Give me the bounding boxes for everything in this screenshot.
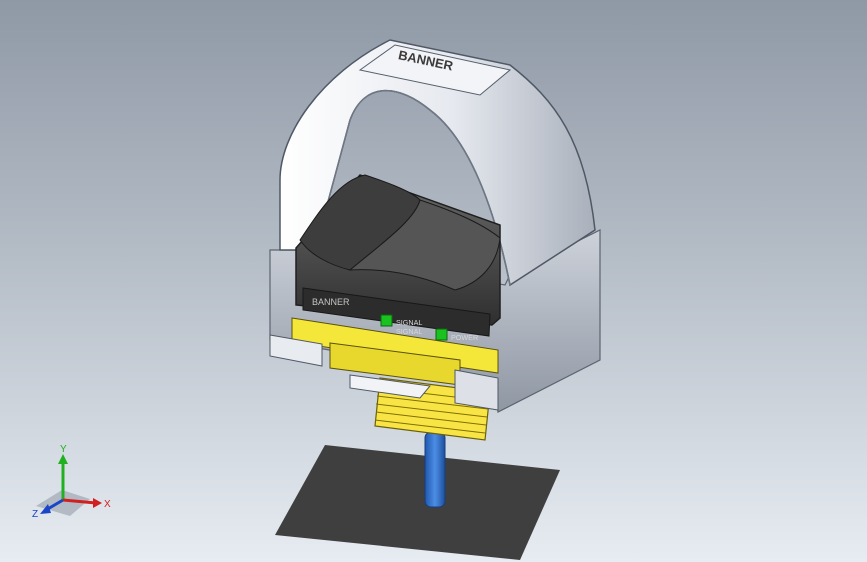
power-indicator-led bbox=[435, 328, 448, 341]
power-indicator-label: POWER bbox=[451, 333, 478, 342]
z-axis-label: Z bbox=[32, 509, 38, 520]
front-brand-logo: BANNER bbox=[312, 297, 350, 307]
y-axis-arrow bbox=[58, 454, 68, 464]
3d-model-viewport[interactable]: BANNER BANNER SIGNAL SIGNAL POWER bbox=[0, 0, 867, 562]
coordinate-triad[interactable]: Y X Z bbox=[30, 444, 120, 534]
y-axis-label: Y bbox=[60, 444, 67, 455]
signal-indicator-label: SIGNAL bbox=[396, 318, 422, 327]
x-axis-arrow bbox=[93, 498, 102, 508]
x-axis-label: X bbox=[104, 499, 111, 510]
signal-indicator-led bbox=[380, 314, 393, 327]
ground-shadow bbox=[275, 445, 560, 560]
cable[interactable] bbox=[424, 431, 446, 508]
